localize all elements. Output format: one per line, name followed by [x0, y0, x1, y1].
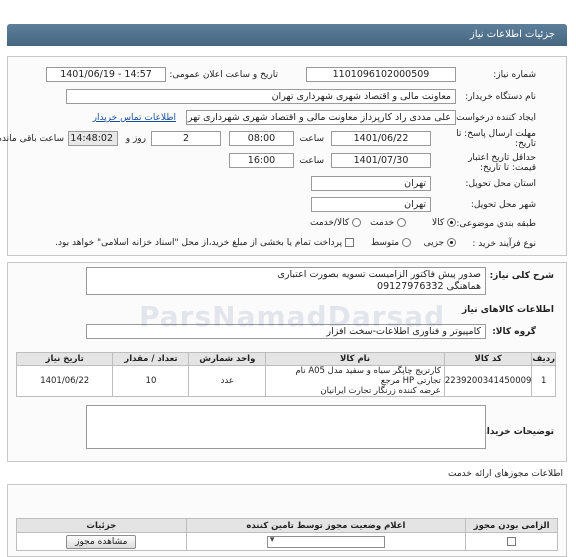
need-details-panel: شرح کلی نیاز: صدور پیش فاکتور الزامیست ت…	[8, 262, 568, 462]
buyer-field: معاونت مالی و اقتصاد شهری شهرداری تهران	[67, 89, 457, 104]
deadline-label: مهلت ارسال پاسخ: تا تاریخ:	[457, 129, 537, 149]
payment-option[interactable]: پرداخت تمام یا بخشی از مبلغ خرید،از محل …	[56, 238, 355, 248]
col-unit: واحد شمارش	[189, 352, 268, 366]
need-number-field: 1101096102000509	[307, 67, 457, 82]
min-validity-label: حداقل تاریخ اعتبار قیمت: تا تاریخ:	[469, 153, 537, 173]
category-goods-radio[interactable]	[448, 218, 457, 227]
cell-unit: عدد	[189, 365, 268, 397]
need-info-panel: شماره نیاز: 1101096102000509 تاریخ و ساع…	[0, 56, 568, 256]
announce-label: تاریخ و ساعت اعلان عمومی:	[170, 70, 279, 80]
cell-date: 1401/06/22	[16, 365, 115, 397]
remaining-time-field: 14:48:02	[69, 131, 119, 146]
col-name: نام کالا	[266, 352, 446, 366]
process-medium-radio[interactable]	[403, 238, 412, 247]
category-label: طبقه بندی موضوعی:	[457, 219, 537, 229]
buyer-notes-box	[87, 405, 487, 449]
payment-note: پرداخت تمام یا بخشی از مبلغ خرید،از محل …	[56, 238, 344, 248]
creator-label: ایجاد کننده درخواست:	[454, 113, 537, 123]
lic-col-required: الزامی بودن مجوز	[466, 518, 559, 533]
summary-box: صدور پیش فاکتور الزامیست تسویه بصورت اعت…	[87, 267, 487, 295]
goods-table: ردیف کد کالا نام کالا واحد شمارش تعداد /…	[16, 352, 557, 397]
validity-time-label: ساعت	[300, 156, 326, 166]
province-field: تهران	[312, 176, 432, 191]
page-header: جزئیات اطلاعات نیاز	[8, 24, 568, 46]
city-label: شهر محل تحویل:	[471, 200, 537, 210]
need-number-label: شماره نیاز:	[494, 70, 537, 80]
cell-qty: 10	[113, 365, 191, 397]
goods-section-title: اطلاعات کالاهای نیاز	[462, 305, 555, 315]
remaining-label: ساعت باقی مانده	[0, 134, 65, 144]
validity-time-field: 16:00	[230, 153, 295, 168]
category-service-text: خدمت	[371, 218, 396, 228]
lic-cell-status	[186, 532, 468, 551]
category-option-service[interactable]: خدمت	[371, 218, 407, 228]
cell-name-line-2: عرضه کننده زرنگار تجارت ایرانیان	[321, 386, 442, 396]
process-medium-text: متوسط	[371, 238, 401, 248]
lic-col-details: جزئیات	[17, 518, 188, 533]
licenses-table-header: الزامی بودن مجوز اعلام وضعیت مجوز توسط ت…	[17, 518, 559, 533]
days-label: روز و	[126, 134, 147, 144]
category-option-both[interactable]: کالا/خدمت	[311, 218, 362, 228]
col-date: تاریخ نیاز	[16, 352, 115, 366]
col-qty: تعداد / مقدار	[113, 352, 191, 366]
licenses-table: الزامی بودن مجوز اعلام وضعیت مجوز توسط ت…	[17, 518, 559, 551]
licenses-section-title: اطلاعات مجوزهای ارائه خدمت	[449, 469, 564, 479]
goods-group-label: گروه کالا:	[493, 327, 537, 337]
process-option-minor[interactable]: جزیی	[425, 238, 457, 248]
cell-row: 1	[532, 365, 557, 397]
buyer-contact-link[interactable]: اطلاعات تماس خریدار	[94, 113, 177, 123]
province-label: استان محل تحویل:	[466, 179, 537, 189]
announce-field: 1401/06/19 - 14:57	[47, 67, 167, 82]
col-row: ردیف	[532, 352, 557, 366]
col-code: کد کالا	[444, 352, 534, 366]
lic-status-select[interactable]	[267, 535, 386, 548]
days-field: 2	[152, 131, 222, 146]
process-minor-radio[interactable]	[448, 238, 457, 247]
lic-col-status: اعلام وضعیت مجوز توسط تامین کننده	[186, 518, 468, 533]
city-field: تهران	[312, 197, 432, 212]
summary-label: شرح کلی نیاز:	[490, 271, 555, 281]
summary-line-1: صدور پیش فاکتور الزامیست تسویه بصورت اعت…	[278, 269, 482, 280]
goods-group-field: کامپیوتر و فناوری اطلاعات-سخت افزار	[87, 324, 487, 339]
category-both-text: کالا/خدمت	[310, 218, 351, 228]
view-license-button[interactable]: مشاهده مجوز	[67, 534, 138, 549]
deadline-time-label: ساعت	[300, 134, 326, 144]
buyer-notes-label: توضیحات خریدار:	[479, 427, 555, 437]
process-minor-text: جزیی	[424, 238, 446, 248]
summary-line-2: هماهنگی 09127976332	[378, 281, 482, 292]
category-goods-text: کالا	[432, 218, 446, 228]
category-service-radio[interactable]	[398, 218, 407, 227]
contact-link-wrap: اطلاعات تماس خریدار	[94, 113, 177, 123]
lic-required-checkbox[interactable]	[508, 536, 518, 546]
cell-name: کارتریج چاپگر سیاه و سفید مدل A05 نام تج…	[266, 365, 446, 397]
licenses-panel: الزامی بودن مجوز اعلام وضعیت مجوز توسط ت…	[8, 484, 568, 557]
table-row: 1 2239200341450009 کارتریج چاپگر سیاه و …	[16, 365, 557, 397]
page-title: جزئیات اطلاعات نیاز	[470, 29, 556, 40]
deadline-date-field: 1401/06/22	[332, 131, 432, 146]
table-row: مشاهده مجوز	[17, 532, 559, 551]
cell-code: 2239200341450009	[444, 365, 534, 397]
buyer-label: نام دستگاه خریدار:	[466, 92, 537, 102]
validity-date-field: 1401/07/30	[332, 153, 432, 168]
creator-field: علی مددی راد کارپرداز معاونت مالی و اقتص…	[187, 110, 457, 125]
lic-cell-details: مشاهده مجوز	[17, 532, 188, 551]
deadline-time-field: 08:00	[230, 131, 295, 146]
payment-checkbox[interactable]	[346, 238, 355, 247]
cell-name-line-1: کارتریج چاپگر سیاه و سفید مدل A05 نام تج…	[296, 366, 442, 386]
process-option-medium[interactable]: متوسط	[372, 238, 412, 248]
category-option-goods[interactable]: کالا	[433, 218, 457, 228]
lic-cell-required	[466, 532, 559, 551]
process-label: نوع فرآیند خرید :	[473, 239, 537, 249]
goods-table-header: ردیف کد کالا نام کالا واحد شمارش تعداد /…	[16, 352, 557, 366]
category-both-radio[interactable]	[353, 218, 362, 227]
